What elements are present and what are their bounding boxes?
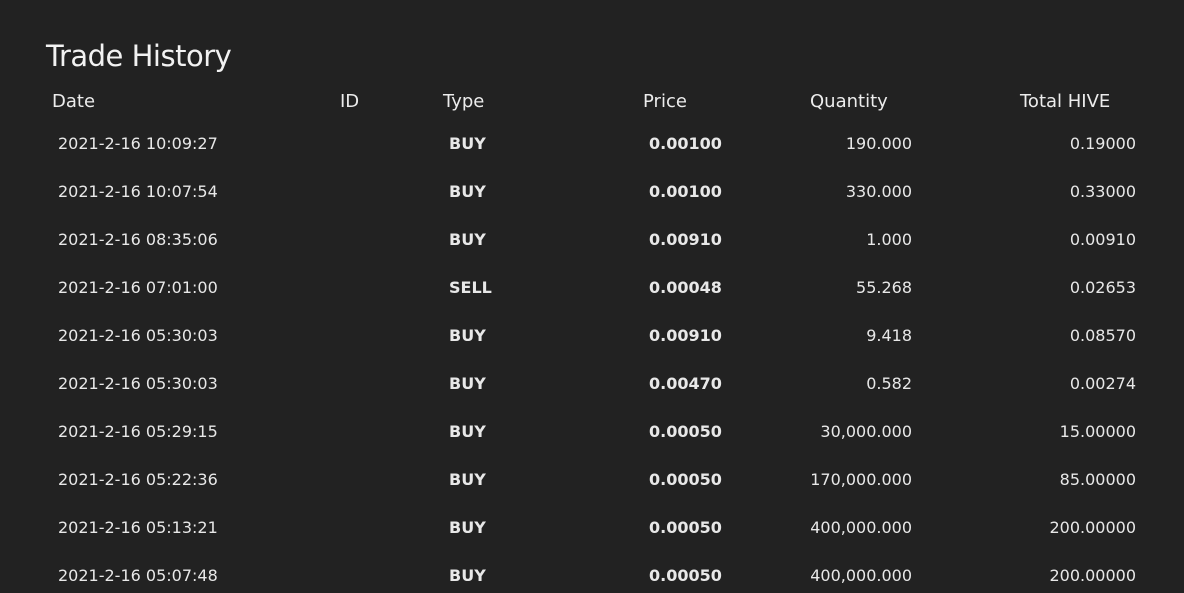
- trade-type: BUY: [449, 518, 486, 537]
- column-header-total-hive[interactable]: Total HIVE: [1020, 88, 1110, 116]
- trade-type: BUY: [449, 422, 486, 441]
- trade-price: 0.00100: [649, 182, 722, 201]
- table-row: 2021-2-16 05:30:03 BUY 0.00470 0.582 0.00274: [0, 360, 1184, 408]
- table-row: 2021-2-16 08:35:06 BUY 0.00910 1.000 0.00910: [0, 216, 1184, 264]
- trade-date: 2021-2-16 05:22:36: [58, 470, 218, 489]
- trade-quantity: 30,000.000: [820, 422, 912, 441]
- trade-total-hive: 0.19000: [1069, 134, 1136, 153]
- trade-quantity: 55.268: [856, 278, 912, 297]
- trade-quantity: 330.000: [845, 182, 912, 201]
- trade-quantity: 170,000.000: [810, 470, 912, 489]
- trade-date: 2021-2-16 10:09:27: [58, 134, 218, 153]
- trade-quantity: 190.000: [845, 134, 912, 153]
- table-row: 2021-2-16 05:22:36 BUY 0.00050 170,000.000 8…: [0, 456, 1184, 504]
- trade-total-hive: 200.00000: [1049, 566, 1136, 585]
- trade-type: BUY: [449, 374, 486, 393]
- trade-quantity: 9.418: [866, 326, 912, 345]
- trade-total-hive: 0.33000: [1069, 182, 1136, 201]
- trade-type: BUY: [449, 326, 486, 345]
- trade-date: 2021-2-16 05:30:03: [58, 374, 218, 393]
- table-row: 2021-2-16 10:07:54 BUY 0.00100 330.000 0.330…: [0, 168, 1184, 216]
- trade-total-hive: 0.08570: [1069, 326, 1136, 345]
- trade-type: BUY: [449, 182, 486, 201]
- trade-date: 2021-2-16 05:29:15: [58, 422, 218, 441]
- column-header-type[interactable]: Type: [443, 88, 484, 116]
- trade-price: 0.00050: [649, 566, 722, 585]
- column-header-date[interactable]: Date: [52, 88, 95, 116]
- trade-quantity: 1.000: [866, 230, 912, 249]
- trade-total-hive: 15.00000: [1059, 422, 1136, 441]
- trade-quantity: 0.582: [866, 374, 912, 393]
- trade-total-hive: 0.00910: [1069, 230, 1136, 249]
- trade-price: 0.00050: [649, 518, 722, 537]
- column-header-price[interactable]: Price: [643, 88, 687, 116]
- column-header-quantity[interactable]: Quantity: [810, 88, 888, 116]
- trade-date: 2021-2-16 08:35:06: [58, 230, 218, 249]
- page-title: Trade History: [46, 39, 232, 73]
- trade-type: BUY: [449, 134, 486, 153]
- table-row: 2021-2-16 05:07:48 BUY 0.00050 400,000.000 2…: [0, 552, 1184, 593]
- trade-total-hive: 0.00274: [1069, 374, 1136, 393]
- trade-type: BUY: [449, 470, 486, 489]
- table-row: 2021-2-16 10:09:27 BUY 0.00100 190.000 0.190…: [0, 120, 1184, 168]
- trade-price: 0.00910: [649, 230, 722, 249]
- column-header-id[interactable]: ID: [340, 88, 359, 116]
- trade-quantity: 400,000.000: [810, 566, 912, 585]
- table-row: 2021-2-16 05:29:15 BUY 0.00050 30,000.000 15…: [0, 408, 1184, 456]
- trade-history-panel: Trade History Date ID Type Price Quantit…: [0, 0, 1184, 593]
- trade-date: 2021-2-16 05:13:21: [58, 518, 218, 537]
- trade-total-hive: 200.00000: [1049, 518, 1136, 537]
- table-header: Date ID Type Price Quantity Total HIVE: [0, 88, 1184, 116]
- trade-type: SELL: [449, 278, 492, 297]
- trade-table-body: 2021-2-16 10:09:27 BUY 0.00100 190.000 0.190…: [0, 120, 1184, 593]
- trade-price: 0.00050: [649, 470, 722, 489]
- trade-date: 2021-2-16 07:01:00: [58, 278, 218, 297]
- trade-date: 2021-2-16 05:30:03: [58, 326, 218, 345]
- trade-price: 0.00100: [649, 134, 722, 153]
- trade-quantity: 400,000.000: [810, 518, 912, 537]
- trade-date: 2021-2-16 10:07:54: [58, 182, 218, 201]
- trade-total-hive: 85.00000: [1059, 470, 1136, 489]
- table-row: 2021-2-16 05:30:03 BUY 0.00910 9.418 0.08570: [0, 312, 1184, 360]
- table-row: 2021-2-16 05:13:21 BUY 0.00050 400,000.000 2…: [0, 504, 1184, 552]
- trade-price: 0.00050: [649, 422, 722, 441]
- trade-price: 0.00048: [649, 278, 722, 297]
- trade-date: 2021-2-16 05:07:48: [58, 566, 218, 585]
- trade-type: BUY: [449, 566, 486, 585]
- trade-price: 0.00470: [649, 374, 722, 393]
- trade-total-hive: 0.02653: [1069, 278, 1136, 297]
- trade-price: 0.00910: [649, 326, 722, 345]
- table-row: 2021-2-16 07:01:00 SELL 0.00048 55.268 0.026…: [0, 264, 1184, 312]
- trade-type: BUY: [449, 230, 486, 249]
